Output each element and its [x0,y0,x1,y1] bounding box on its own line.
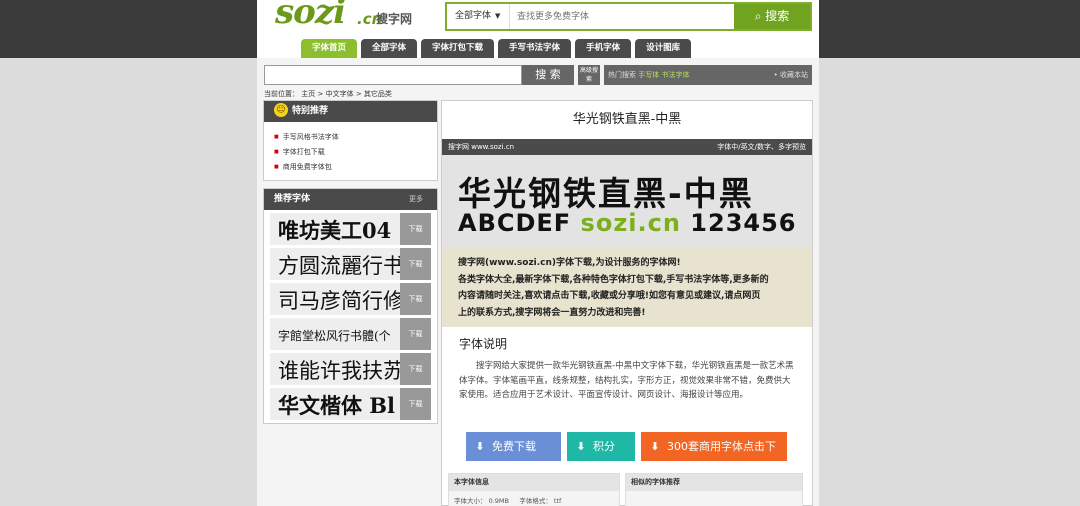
panel-title: ☺ 特别推荐 [264,101,437,122]
panel-title: 推荐字体 更多 [264,189,437,210]
header-search: 全部字体▼ ⌕ 搜索 [445,2,812,31]
breadcrumb: 当前位置： 主页 > 中文字体 > 其它品类 [264,90,392,98]
preview-options[interactable]: 字体中/英文/数字、多字预览 [717,139,806,155]
page-title: 华光钢铁直黑-中黑 [572,112,682,127]
description-text: 搜字网给大家提供一款华光钢铁直黑-中黑中文字体下载，华光钢铁直黑是一款艺术黑体字… [459,361,794,400]
download-button[interactable]: 下载 [400,353,431,385]
search-input[interactable] [517,7,727,26]
nav-tab-design[interactable]: 设计图库 [635,39,692,58]
secondary-search-button[interactable]: 搜 索 [522,65,574,85]
font-info-box: 本字体信息 字体大小： 0.9MB 字体格式： ttf [448,473,620,506]
download-icon: ⬇ [650,440,660,453]
secondary-search-input[interactable] [264,65,522,85]
special-recommend-panel: ☺特别推荐 手写风格书法字体 字体打包下载 商用免费字体包 [263,100,438,181]
recommend-link[interactable]: 商用免费字体包 [274,160,437,175]
font-detail: 华光钢铁直黑-中黑 搜字网 www.sozi.cn 字体中/英文/数字、多字预览… [441,100,813,506]
hot-link[interactable]: 手写体 [638,71,659,79]
hot-link[interactable]: 书法字体 [661,71,689,79]
font-item[interactable]: 谁能许我扶苏 下载 [270,353,431,385]
category-select[interactable]: 全部字体 ▼ [447,4,510,29]
hot-search: 热门搜索 手写体 书法字体 • 收藏本站 [604,65,812,85]
smiley-icon: ☺ [274,102,288,117]
font-preview: 华光钢铁直黑-中黑 ABCDEF sozi.cn 123456 [442,155,812,247]
more-link[interactable]: 更多 [409,189,423,210]
download-buttons: ⬇免费下载 ⬇积分下载 ⬇300套商用字体点击下载 [466,432,793,482]
font-item[interactable]: 唯坊美工04 下载 [270,213,431,245]
site-header: sozi .cn 搜字网 全部字体▼ ⌕ 搜索 字体首页 全部字体 字体打包下载… [257,0,819,58]
search-icon: ⌕ [754,9,762,23]
site-notice: 搜字网(www.sozi.cn)字体下载,为设计服务的字体网! 各类字体大全,最… [442,247,812,327]
advanced-search-button[interactable]: 高级搜索 [578,65,600,85]
secondary-search-bar: 搜 索 高级搜索 热门搜索 手写体 书法字体 • 收藏本站 [264,65,812,85]
download-button[interactable]: 下载 [400,248,431,280]
site-logo[interactable]: sozi .cn 搜字网 [273,0,423,38]
nav-tab-mobile[interactable]: 手机字体 [575,39,632,58]
main-nav: 字体首页 全部字体 字体打包下载 手写书法字体 手机字体 设计图库 [301,39,695,58]
breadcrumb-home[interactable]: 主页 [301,90,315,98]
recommend-link[interactable]: 字体打包下载 [274,145,437,160]
favorite-link[interactable]: • 收藏本站 [774,65,808,85]
download-icon: ⬇ [576,440,586,453]
breadcrumb-other[interactable]: 其它品类 [364,90,392,98]
breadcrumb-chinese[interactable]: 中文字体 [326,90,354,98]
search-button[interactable]: ⌕ 搜索 [734,4,810,29]
free-download-button[interactable]: ⬇ 免费下载 [466,432,561,461]
page-wrapper: sozi .cn 搜字网 全部字体▼ ⌕ 搜索 字体首页 全部字体 字体打包下载… [257,0,819,506]
logo-text: sozi [275,0,346,32]
hot-search-label: 热门搜索 [608,71,636,79]
nav-tab-handwriting[interactable]: 手写书法字体 [498,39,572,58]
recommend-link[interactable]: 手写风格书法字体 [274,130,437,145]
download-button[interactable]: 下载 [400,318,431,350]
recommended-fonts-panel: 推荐字体 更多 唯坊美工04 下载 方圆流麗行书 下载 司马彦简行修 下载 字館堂松风行… [263,188,438,424]
commercial-download-button[interactable]: ⬇300套商用字体点击下载 [641,432,787,482]
download-icon: ⬇ [475,440,485,453]
points-download-button[interactable]: ⬇积分下载 [567,432,635,482]
caret-down-icon: ▼ [495,12,501,20]
nav-tab-packs[interactable]: 字体打包下载 [421,39,495,58]
logo-name: 搜字网 [376,12,413,26]
font-item[interactable]: 华文楷体 Bl 下载 [270,388,431,420]
nav-tab-home[interactable]: 字体首页 [301,39,358,58]
related-fonts-box: 相似的字体推荐 [625,473,803,506]
font-item[interactable]: 字館堂松风行书體(个 下载 [270,318,431,350]
font-item[interactable]: 司马彦简行修 下载 [270,283,431,315]
preview-latin: ABCDEF sozi.cn 123456 [458,209,797,237]
download-button[interactable]: 下载 [400,213,431,245]
download-button[interactable]: 下载 [400,388,431,420]
nav-tab-all-fonts[interactable]: 全部字体 [361,39,418,58]
preview-header: 搜字网 www.sozi.cn 字体中/英文/数字、多字预览 [442,139,812,155]
font-item[interactable]: 方圆流麗行书 下载 [270,248,431,280]
preview-chinese: 华光钢铁直黑-中黑 [458,174,754,213]
description-title: 字体说明 [459,337,508,351]
download-button[interactable]: 下载 [400,283,431,315]
